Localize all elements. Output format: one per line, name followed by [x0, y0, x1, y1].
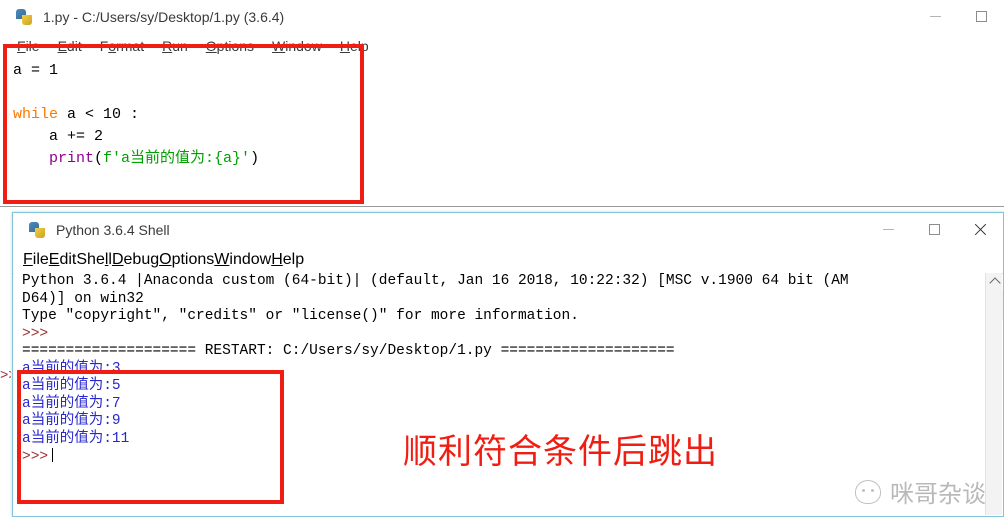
- shell-menu-item-debug[interactable]: Debug: [112, 251, 159, 269]
- editor-maximize-button[interactable]: [958, 0, 1004, 33]
- text-caret: [52, 448, 54, 462]
- menu-item-window[interactable]: Window: [263, 38, 331, 54]
- python-shell-icon: [29, 221, 47, 239]
- shell-output-area[interactable]: Python 3.6.4 |Anaconda custom (64-bit)| …: [14, 273, 1002, 515]
- menu-item-edit[interactable]: Edit: [49, 38, 91, 54]
- watermark-text: 咪哥杂谈: [890, 480, 986, 508]
- minimize-icon: [882, 229, 894, 230]
- scrollbar-thumb[interactable]: [986, 290, 1003, 320]
- code-builtin-print: print: [49, 150, 95, 167]
- editor-window-controls: [912, 0, 1004, 33]
- editor-window-title: 1.py - C:/Users/sy/Desktop/1.py (3.6.4): [43, 8, 285, 25]
- editor-window: 1.py - C:/Users/sy/Desktop/1.py (3.6.4) …: [0, 0, 1004, 207]
- shell-menu-item-edit[interactable]: Edit: [49, 251, 77, 269]
- menu-item-file[interactable]: File: [8, 38, 49, 54]
- shell-menu-item-shell[interactable]: Shell: [76, 251, 112, 269]
- code-keyword-while: while: [13, 106, 59, 123]
- cat-face-icon: [855, 479, 881, 504]
- shell-prompt-1: >>>: [22, 325, 49, 342]
- output-line-4: a当前的值为:9: [22, 413, 121, 429]
- editor-prompt-sliver: >>>: [0, 368, 11, 384]
- banner-line-2: D64)] on win32: [22, 290, 144, 307]
- output-line-3: a当前的值为:7: [22, 395, 121, 412]
- watermark: 咪哥杂谈: [855, 474, 986, 509]
- menu-label-file: ile: [25, 37, 40, 54]
- banner-line-3: Type "copyright", "credits" or "license(…: [22, 308, 579, 324]
- shell-menubar: File Edit Shell Debug Options Window Hel…: [13, 247, 1003, 274]
- editor-minimize-button[interactable]: [912, 0, 958, 33]
- editor-titlebar[interactable]: 1.py - C:/Users/sy/Desktop/1.py (3.6.4): [0, 0, 1004, 33]
- shell-minimize-button[interactable]: [865, 213, 911, 246]
- shell-titlebar[interactable]: Python 3.6.4 Shell: [13, 213, 1003, 247]
- output-line-2: a当前的值为:5: [22, 378, 121, 394]
- menu-item-run[interactable]: Run: [153, 38, 197, 54]
- banner-line-1: Python 3.6.4 |Anaconda custom (64-bit)| …: [22, 273, 849, 289]
- menu-item-help[interactable]: Help: [331, 38, 378, 54]
- close-icon: [974, 223, 987, 236]
- python-file-icon: [16, 8, 34, 26]
- shell-maximize-button[interactable]: [911, 213, 957, 246]
- shell-close-button[interactable]: [957, 213, 1003, 246]
- shell-window-controls: [865, 213, 1003, 246]
- output-line-1: a当前的值为:3: [22, 360, 121, 377]
- restart-separator-line: ==================== RESTART: C:/Users/s…: [22, 343, 675, 359]
- maximize-icon: [928, 224, 940, 235]
- shell-window-title: Python 3.6.4 Shell: [56, 222, 170, 238]
- minimize-icon: [929, 16, 941, 17]
- maximize-icon: [975, 11, 987, 22]
- shell-menu-item-file[interactable]: File: [23, 251, 49, 269]
- shell-scrollbar[interactable]: [985, 273, 1003, 515]
- menu-item-options[interactable]: Options: [197, 38, 263, 54]
- editor-menubar: File Edit Format Run Options Window Help: [0, 33, 1004, 58]
- chevron-up-icon[interactable]: [986, 273, 1003, 290]
- code-line-1: a = 1: [13, 62, 59, 79]
- menu-item-format[interactable]: Format: [91, 38, 153, 54]
- code-editor-area[interactable]: a = 1 while a < 10 : a += 2 print(f'a当前的…: [5, 60, 985, 200]
- shell-prompt-final: >>>: [22, 449, 49, 465]
- shell-menu-item-window[interactable]: Window: [214, 251, 271, 269]
- output-line-5: a当前的值为:11: [22, 430, 130, 447]
- annotation-note: 顺利符合条件后跳出: [403, 432, 718, 472]
- shell-menu-item-options[interactable]: Options: [159, 251, 214, 269]
- code-string-fstring: f'a当前的值为:{a}': [103, 150, 251, 167]
- shell-menu-item-help[interactable]: Help: [271, 251, 304, 269]
